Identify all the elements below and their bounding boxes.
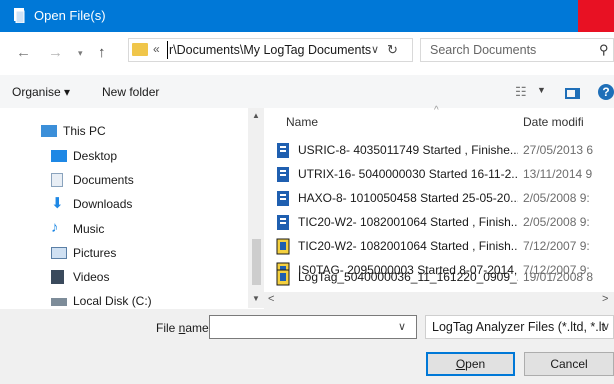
music-icon: ♪: [51, 219, 59, 236]
documents-icon: [51, 173, 63, 187]
new-folder-button[interactable]: New folder: [102, 85, 159, 99]
window-title: Open File(s): [34, 8, 106, 23]
nav-item-label: Music: [73, 222, 105, 236]
close-button[interactable]: [578, 0, 614, 32]
open-button[interactable]: Open: [426, 352, 515, 376]
file-row[interactable]: TIC20-W2- 1082001064 Started , Finish...…: [276, 211, 614, 236]
logtag-file-icon: [277, 215, 289, 230]
file-date: 2/05/2008 9:: [523, 191, 590, 205]
file-row[interactable]: TIC20-W2- 1082001064 Started , Finish...…: [276, 235, 614, 260]
file-row[interactable]: USRIC-8- 4035011749 Started , Finishe...…: [276, 139, 614, 164]
file-name: UTRIX-16- 5040000030 Started 16-11-2...: [298, 167, 518, 181]
address-path[interactable]: r\Documents\My LogTag Documents: [169, 43, 371, 57]
address-overflow[interactable]: «: [153, 42, 160, 56]
logtag-file-icon: [277, 191, 289, 206]
search-box[interactable]: Search Documents ⚲: [420, 38, 614, 62]
search-input[interactable]: Search Documents: [430, 43, 536, 57]
local-disk-icon: [51, 298, 67, 306]
file-name: TIC20-W2- 1082001064 Started , Finish...: [298, 215, 518, 229]
view-dropdown-icon[interactable]: ▼: [537, 85, 546, 95]
file-date: 27/05/2013 6: [523, 143, 594, 157]
title-bar: Open File(s): [0, 0, 614, 32]
organise-button[interactable]: Organise ▾: [12, 85, 70, 99]
file-type-dropdown-icon[interactable]: ∨: [602, 320, 610, 333]
address-bar[interactable]: « r\Documents\My LogTag Documents ∨ ↻: [128, 38, 413, 62]
help-icon[interactable]: ?: [598, 84, 614, 100]
recent-locations-chevron-icon[interactable]: ▾: [78, 45, 83, 61]
column-header-date-modified[interactable]: Date modifi: [523, 115, 584, 129]
scroll-right-icon[interactable]: >: [602, 293, 608, 305]
scroll-down-icon[interactable]: ▼: [252, 294, 260, 303]
logtag-file-icon: [277, 143, 289, 158]
sort-ascending-icon: ^: [434, 105, 439, 116]
logtag-ltd-file-icon: [276, 269, 290, 286]
refresh-icon[interactable]: ↻: [387, 42, 398, 58]
file-type-value: LogTag Analyzer Files (*.ltd, *.lt: [432, 320, 605, 334]
view-options-icon[interactable]: ☷: [515, 84, 527, 100]
scroll-left-icon[interactable]: <: [268, 293, 274, 305]
command-bar: Organise ▾ New folder ☷ ▼ ?: [0, 75, 614, 108]
nav-pane-scrollbar[interactable]: ▲ ▼: [248, 108, 264, 308]
nav-item-label: Documents: [73, 173, 134, 187]
file-name: LogTag_5040000036_11_161220_0909_...: [298, 270, 518, 284]
file-list-horizontal-scrollbar[interactable]: < >: [264, 292, 614, 309]
logtag-ltd-file-icon: [276, 238, 290, 255]
pictures-icon: [51, 247, 67, 259]
folder-icon: [132, 43, 148, 56]
file-name: USRIC-8- 4035011749 Started , Finishe...: [298, 143, 518, 157]
preview-pane-icon[interactable]: [565, 88, 580, 99]
file-date: 7/12/2007 9:: [523, 239, 590, 253]
videos-icon: [51, 270, 64, 284]
forward-icon[interactable]: →: [48, 45, 63, 61]
file-date: 13/11/2014 9: [523, 167, 593, 181]
text-cursor: [167, 41, 168, 59]
nav-pane-scroll-thumb[interactable]: [252, 239, 261, 285]
file-row[interactable]: HAXO-8- 1010050458 Started 25-05-20... 2…: [276, 187, 614, 212]
nav-item-label: Pictures: [73, 246, 117, 260]
back-icon[interactable]: ←: [16, 45, 31, 61]
file-name: HAXO-8- 1010050458 Started 25-05-20...: [298, 191, 518, 205]
computer-icon: [41, 125, 57, 137]
up-icon[interactable]: ↑: [98, 45, 106, 61]
file-name-label: File name:: [156, 321, 213, 335]
file-name-input[interactable]: ∨: [209, 315, 417, 339]
logtag-file-icon: [277, 167, 289, 182]
file-date: 19/01/2008 8: [523, 270, 594, 284]
desktop-icon: [51, 150, 67, 162]
nav-item-label: This PC: [63, 124, 106, 138]
column-header-name[interactable]: Name: [286, 115, 318, 129]
dialog-footer: File name: ∨ LogTag Analyzer Files (*.lt…: [0, 309, 614, 384]
downloads-icon: ⬇: [51, 195, 64, 212]
file-date: 2/05/2008 9:: [523, 215, 590, 229]
address-dropdown-icon[interactable]: ∨: [371, 43, 379, 56]
search-icon[interactable]: ⚲: [599, 42, 609, 58]
cancel-button[interactable]: Cancel: [524, 352, 614, 376]
nav-item-label: Downloads: [73, 197, 133, 211]
file-row[interactable]: LogTag_5040000036_11_161220_0909_... 19/…: [276, 269, 614, 292]
file-name-dropdown-icon[interactable]: ∨: [398, 320, 406, 333]
scroll-up-icon[interactable]: ▲: [252, 111, 260, 120]
file-type-select[interactable]: LogTag Analyzer Files (*.ltd, *.lt ∨: [425, 315, 614, 339]
nav-item-label: Desktop: [73, 149, 118, 163]
nav-item-label: Local Disk (C:): [73, 294, 152, 308]
file-row[interactable]: UTRIX-16- 5040000030 Started 16-11-2... …: [276, 163, 614, 188]
open-file-icon: [14, 8, 25, 23]
file-name: TIC20-W2- 1082001064 Started , Finish...: [298, 239, 518, 253]
nav-item-label: Videos: [73, 270, 110, 284]
